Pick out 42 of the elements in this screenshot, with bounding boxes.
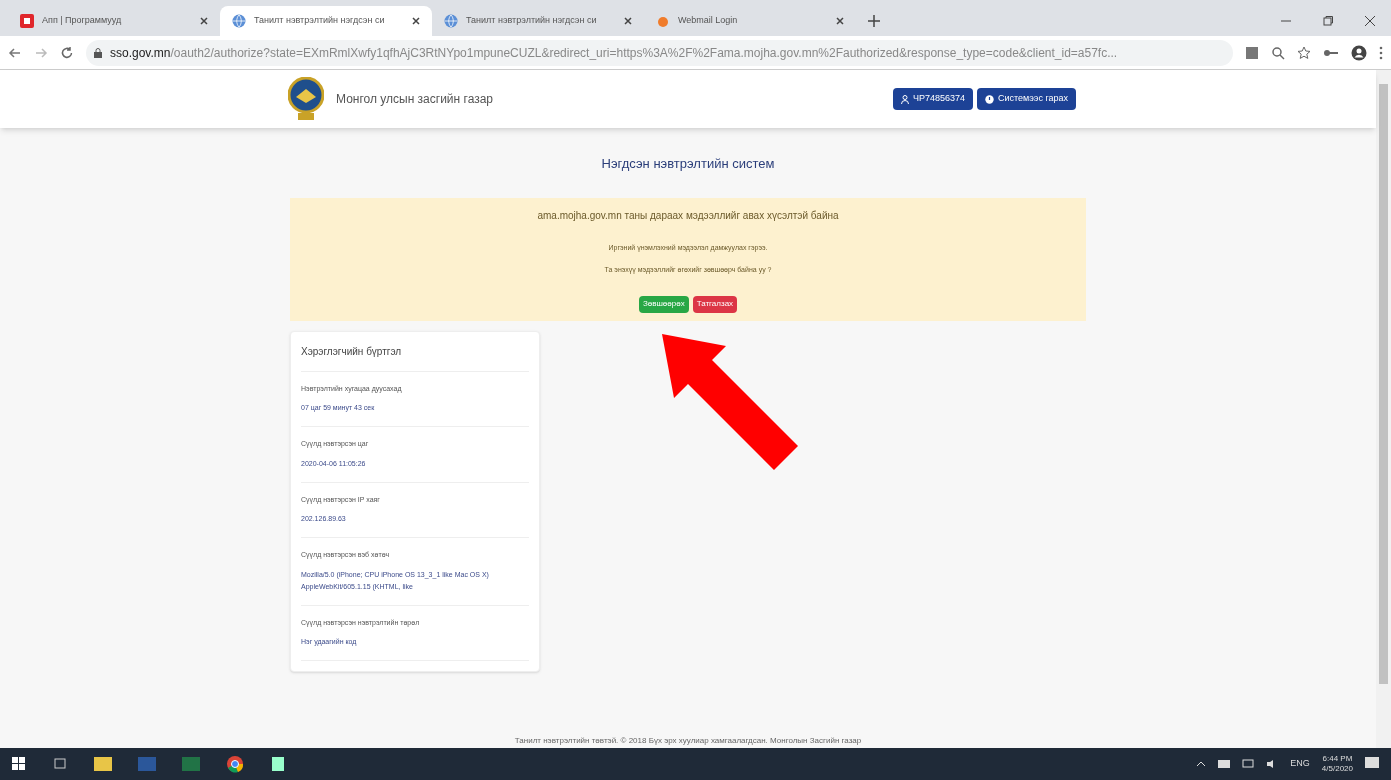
tab-title: Танилт нэвтрэлтийн нэгдсэн си xyxy=(254,14,386,28)
back-icon[interactable] xyxy=(8,45,22,60)
windows-logo-icon[interactable] xyxy=(12,757,26,771)
page-title: Нэгдсэн нэвтрэлтийн систем xyxy=(601,155,775,173)
power-icon xyxy=(984,94,994,104)
menu-icon[interactable] xyxy=(1379,45,1383,60)
emblem-logo xyxy=(288,77,324,121)
organization-name: Монгол улсын засгийн газар xyxy=(336,91,494,108)
account-icon[interactable] xyxy=(1351,44,1367,61)
chrome-icon[interactable] xyxy=(226,755,244,773)
footer-text: Танилт нэвтрэлтийн төвтэй. © 2018 Бүх эрх хуулиар хамгаалагдсан. Монголын Засгийн газар xyxy=(513,735,863,747)
address-bar[interactable]: sso.gov.mn/oauth2/authorize?state=EXmRmlXwfy1qfhAjC3RtNYpo1mpuneCUZL&redirect_uri=https%3A%2F%2Fama.mojha.gov.mn%2Fauthorized&response_type=code&client_id=a57fc... xyxy=(86,39,1233,66)
language-indicator[interactable]: ENG xyxy=(1290,757,1310,771)
chevron-up-icon[interactable] xyxy=(1196,761,1207,767)
request-heading: ama.mojha.gov.mn таны дараах мэдээллийг авах хүсэлтэй байна xyxy=(537,208,839,223)
clock[interactable]: 6:44 PM 4/5/2020 xyxy=(1321,754,1353,774)
browser-tab[interactable]: Танилт нэвтрэлтийн нэгдсэн си xyxy=(220,6,432,36)
flame-icon xyxy=(656,14,670,28)
task-view-icon[interactable] xyxy=(52,758,68,770)
lock-icon xyxy=(94,47,102,58)
new-tab-icon[interactable] xyxy=(868,15,880,27)
logout-button[interactable]: Системээс гарах xyxy=(976,88,1076,110)
close-icon[interactable] xyxy=(624,17,632,25)
tab-title: Webmail Login xyxy=(678,14,739,28)
reload-icon[interactable] xyxy=(60,45,74,60)
tab-title: Апп | Программууд xyxy=(42,14,123,28)
restore-icon[interactable] xyxy=(1323,16,1333,26)
url-text: sso.gov.mn/oauth2/authorize?state=EXmRmlXwfy1qfhAjC3RtNYpo1mpuneCUZL&redirect_uri=https%3A%2F%2Fama.mojha.gov.mn%2Fauthorized&response_type=code&client_id=a57fc... xyxy=(110,44,1118,62)
globe-icon xyxy=(444,14,458,28)
deny-button[interactable]: Татгалзах xyxy=(692,295,738,313)
close-icon[interactable] xyxy=(1365,16,1375,26)
user-icon xyxy=(900,94,909,104)
zoom-icon[interactable] xyxy=(1271,45,1285,60)
card-title: Хэрэглэгчийн бүртгэл xyxy=(301,331,529,372)
star-icon[interactable] xyxy=(1297,45,1311,60)
user-id-button[interactable]: ЧР74856374 xyxy=(892,88,973,110)
close-icon[interactable] xyxy=(836,17,844,25)
close-icon[interactable] xyxy=(200,17,208,25)
tab-title: Танилт нэвтрэлтийн нэгдсэн си xyxy=(466,14,598,28)
close-icon[interactable] xyxy=(412,17,420,25)
key-icon[interactable] xyxy=(1323,47,1339,58)
globe-icon xyxy=(232,14,246,28)
